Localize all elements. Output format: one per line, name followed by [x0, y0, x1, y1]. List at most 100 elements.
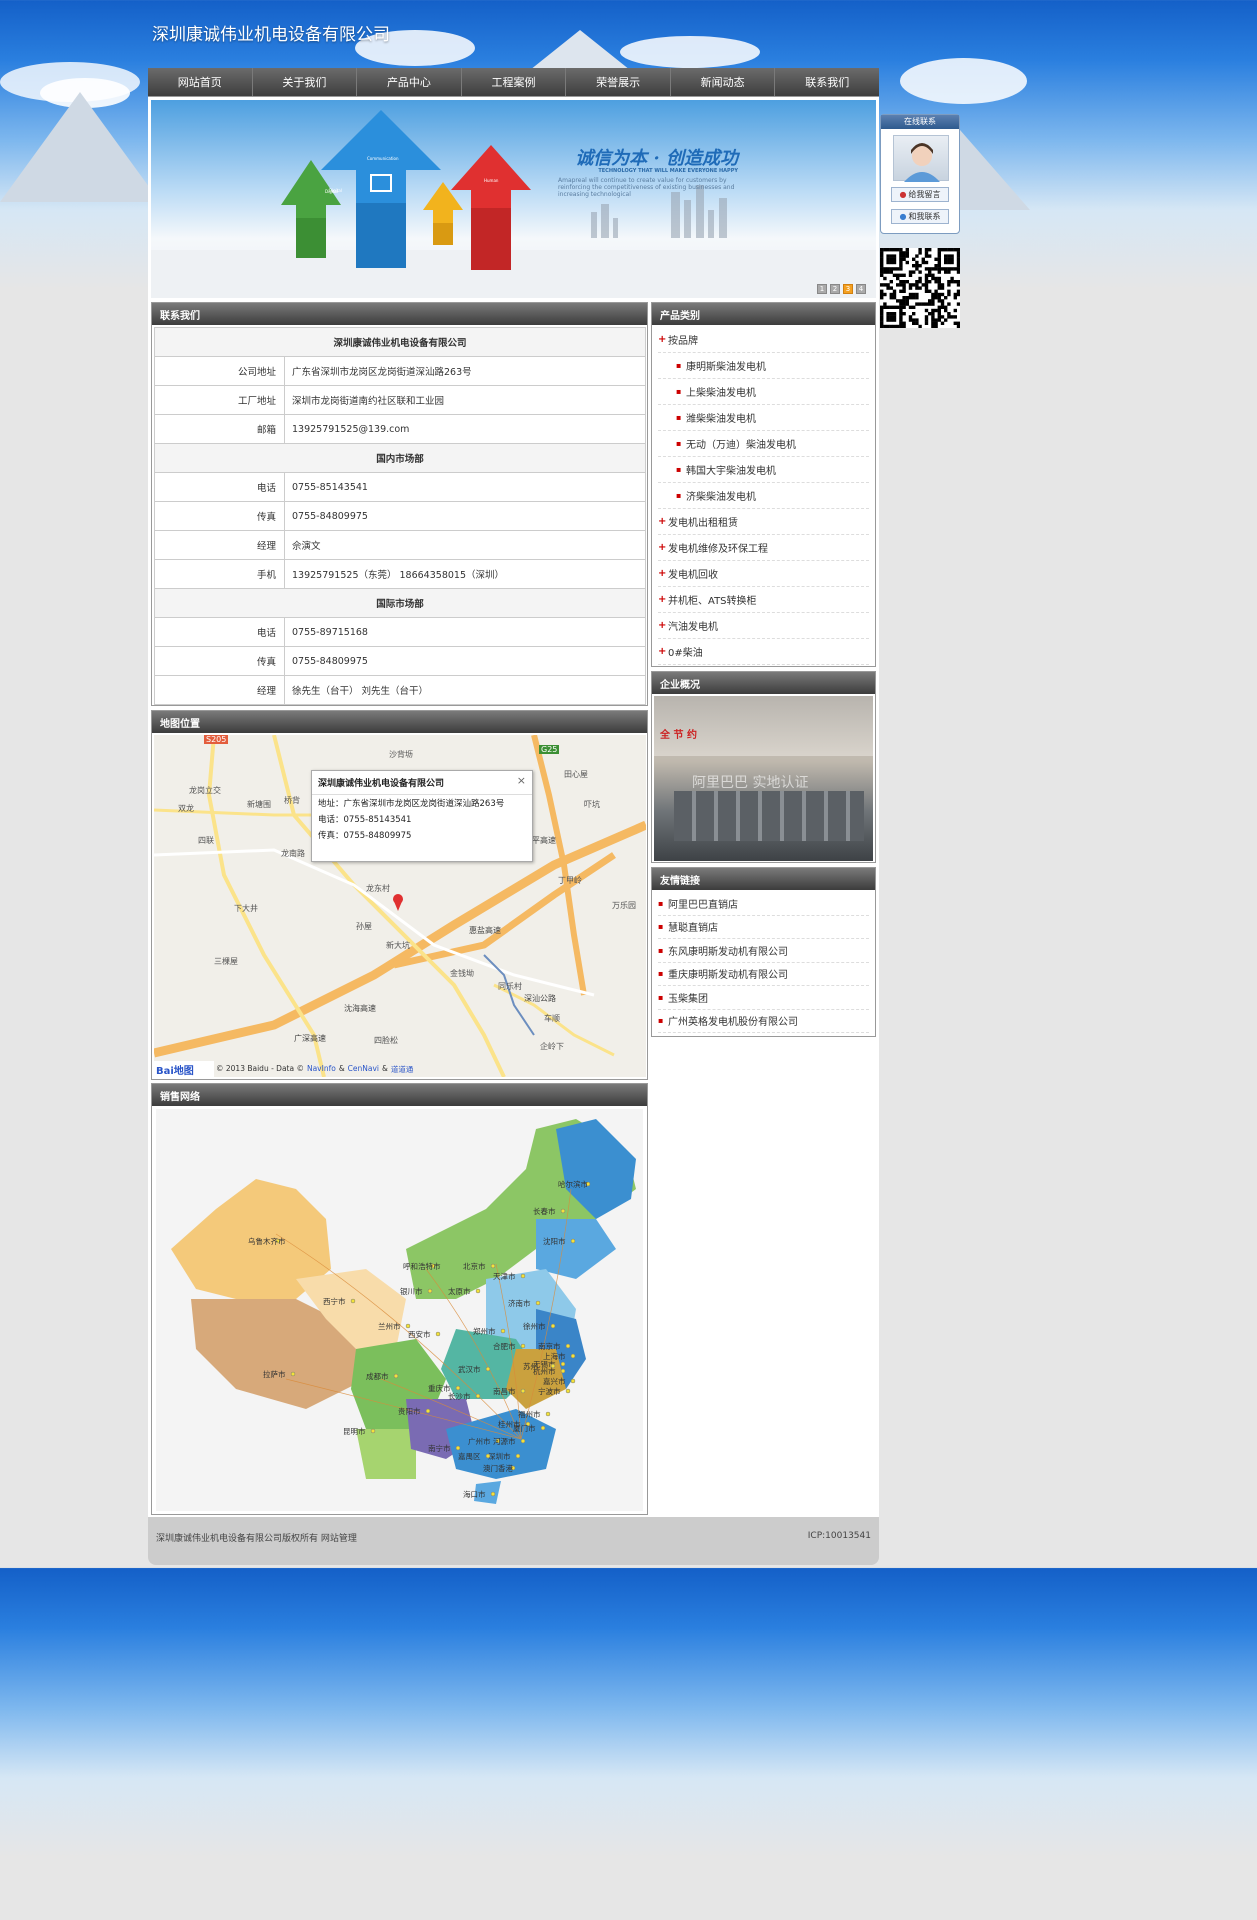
row-label: 邮箱: [154, 414, 285, 444]
slide-dot-4[interactable]: 4: [856, 284, 866, 294]
plus-icon: +: [658, 568, 667, 579]
category-label: 汽油发电机: [668, 622, 718, 633]
copyright-amp: &: [382, 1064, 388, 1073]
arrow-green: [281, 160, 341, 258]
map-road-label: 惠盐高速: [469, 926, 501, 935]
category-subitem[interactable]: ▪ 韩国大宇柴油发电机: [658, 457, 869, 483]
category-item[interactable]: + 发电机回收: [658, 561, 869, 587]
cloud: [900, 58, 1027, 104]
daodao-link[interactable]: 道道通: [391, 1064, 414, 1075]
friend-link[interactable]: ▪ 阿里巴巴直销店: [658, 892, 869, 916]
category-subitem[interactable]: ▪ 康明斯柴油发电机: [658, 353, 869, 379]
popup-title: 深圳康诚伟业机电设备有限公司: [312, 771, 532, 795]
nav-contact[interactable]: 联系我们: [775, 68, 879, 96]
person-icon: ●: [899, 190, 907, 199]
nav-honors[interactable]: 荣誉展示: [566, 68, 671, 96]
nav-products[interactable]: 产品中心: [357, 68, 462, 96]
category-label: 0#柴油: [668, 648, 703, 659]
friend-link[interactable]: ▪ 玉柴集团: [658, 986, 869, 1010]
category-subitem[interactable]: ▪ 济柴柴油发电机: [658, 483, 869, 509]
city-marker: [560, 1361, 566, 1367]
banner-slogan-sub: Amapreal will continue to create value f…: [558, 177, 735, 198]
leave-message-button[interactable]: ● 给我留言: [891, 187, 949, 202]
category-subitem[interactable]: ▪ 潍柴柴油发电机: [658, 405, 869, 431]
cennavi-link[interactable]: CenNavi: [348, 1064, 379, 1075]
products-heading: 产品类别: [652, 303, 875, 325]
slide-dot-3[interactable]: 3: [843, 284, 853, 294]
city-marker: [290, 1371, 296, 1377]
link-label: 玉柴集团: [668, 993, 708, 1005]
map-place-label: 同乐村: [498, 982, 522, 991]
contact-table: 深圳康诚伟业机电设备有限公司 公司地址 广东省深圳市龙岗区龙岗街道深汕路263号 …: [154, 327, 646, 705]
slide-dot-2[interactable]: 2: [830, 284, 840, 294]
domestic-phone: 0755-85143541: [284, 472, 646, 502]
nav-news[interactable]: 新闻动态: [671, 68, 776, 96]
baidu-map-logo[interactable]: Bai地图: [154, 1061, 214, 1077]
nav-cases[interactable]: 工程案例: [462, 68, 567, 96]
china-map-graphic: 哈尔滨市长春市沈阳市 乌鲁木齐市呼和浩特市 北京市天津市银川市 太原市济南市 西宁市兰州…: [171, 1119, 636, 1504]
row-label: 经理: [154, 675, 285, 705]
category-label: 潍柴柴油发电机: [686, 414, 756, 425]
category-item[interactable]: +0#柴油: [658, 639, 869, 665]
category-item[interactable]: + 汽油发电机: [658, 613, 869, 639]
category-label: 发电机回收: [668, 570, 718, 581]
category-label: 韩国大宇柴油发电机: [686, 466, 776, 477]
factory-photo[interactable]: 全 节 约 阿里巴巴 实地认证: [654, 696, 873, 861]
dot-icon: ▪: [676, 413, 682, 422]
mountain: [0, 92, 160, 202]
category-subitem[interactable]: ▪ 上柴柴油发电机: [658, 379, 869, 405]
friend-link[interactable]: ▪ 广州英格发电机股份有限公司: [658, 1010, 869, 1033]
city-marker: [427, 1288, 433, 1294]
city-label: 太原市: [448, 1286, 471, 1296]
contact-me-button[interactable]: ● 和我联系: [891, 209, 949, 224]
city-label: 徐州市: [523, 1321, 546, 1331]
nav-about[interactable]: 关于我们: [253, 68, 358, 96]
city-label: 南京市: [538, 1341, 561, 1351]
friend-link[interactable]: ▪ 重庆康明斯发动机有限公司: [658, 963, 869, 986]
city-marker: [565, 1388, 571, 1394]
city-label: 嘉禺区: [458, 1451, 481, 1461]
map-place-label: 孙屋: [356, 922, 372, 931]
close-icon[interactable]: ×: [517, 774, 526, 787]
banner-slider[interactable]: Digital 诚信为本 · 创造成功 TECHNOLOGY THAT WILL…: [151, 100, 876, 298]
cloud: [620, 36, 760, 68]
category-item[interactable]: + 按品牌: [658, 327, 869, 353]
city-marker: [485, 1453, 491, 1459]
friend-link[interactable]: ▪ 东风康明斯发动机有限公司: [658, 939, 869, 963]
nav-home[interactable]: 网站首页: [148, 68, 253, 96]
company-overview-panel: 企业概况 全 节 约 阿里巴巴 实地认证: [651, 671, 876, 863]
category-label: 按品牌: [668, 336, 698, 347]
row-label: 电话: [154, 617, 285, 647]
email: 13925791525@139.com: [284, 414, 646, 444]
city-marker: [520, 1388, 526, 1394]
city-label: 海口市: [463, 1489, 486, 1499]
intl-phone: 0755-89715168: [284, 617, 646, 647]
city-label: 武汉市: [458, 1364, 481, 1374]
map-place-label: 龙岗立交: [189, 786, 221, 795]
domestic-mobile: 13925791525（东莞） 18664358015（深圳）: [284, 559, 646, 589]
city-marker: [475, 1393, 481, 1399]
dot-icon: ▪: [658, 898, 664, 908]
row-label: 传真: [154, 501, 285, 531]
map-road-label: 深汕公路: [524, 994, 556, 1003]
city-marker: [535, 1300, 541, 1306]
qr-code: [880, 248, 961, 329]
category-item[interactable]: + 并机柜、ATS转换柜: [658, 587, 869, 613]
friend-link[interactable]: ▪ 慧聪直销店: [658, 916, 869, 939]
category-item[interactable]: + 发电机出租租赁: [658, 509, 869, 535]
dot-icon: ▪: [658, 1016, 664, 1026]
map-place-label: 桥背: [284, 796, 300, 805]
category-item[interactable]: + 发电机维修及环保工程: [658, 535, 869, 561]
city-marker: [520, 1273, 526, 1279]
city-label: 兰州市: [378, 1321, 401, 1331]
map-place-label: 龙东村: [366, 884, 390, 893]
city-label: 嘉兴市: [543, 1376, 566, 1386]
mountain: [530, 30, 630, 70]
category-subitem[interactable]: ▪ 无动（万迪）柴油发电机: [658, 431, 869, 457]
city-marker: [490, 1491, 496, 1497]
baidu-map[interactable]: 龙岗立交 双龙 新塘围 桥背 沙背坜 四联 龙南路 龙东村 田心屋 吓坑 丁甲岭…: [154, 735, 646, 1077]
link-label: 东风康明斯发动机有限公司: [668, 946, 788, 958]
navinfo-link[interactable]: NavInfo: [307, 1064, 336, 1075]
slide-dot-1[interactable]: 1: [817, 284, 827, 294]
dot-icon: ▪: [676, 491, 682, 500]
